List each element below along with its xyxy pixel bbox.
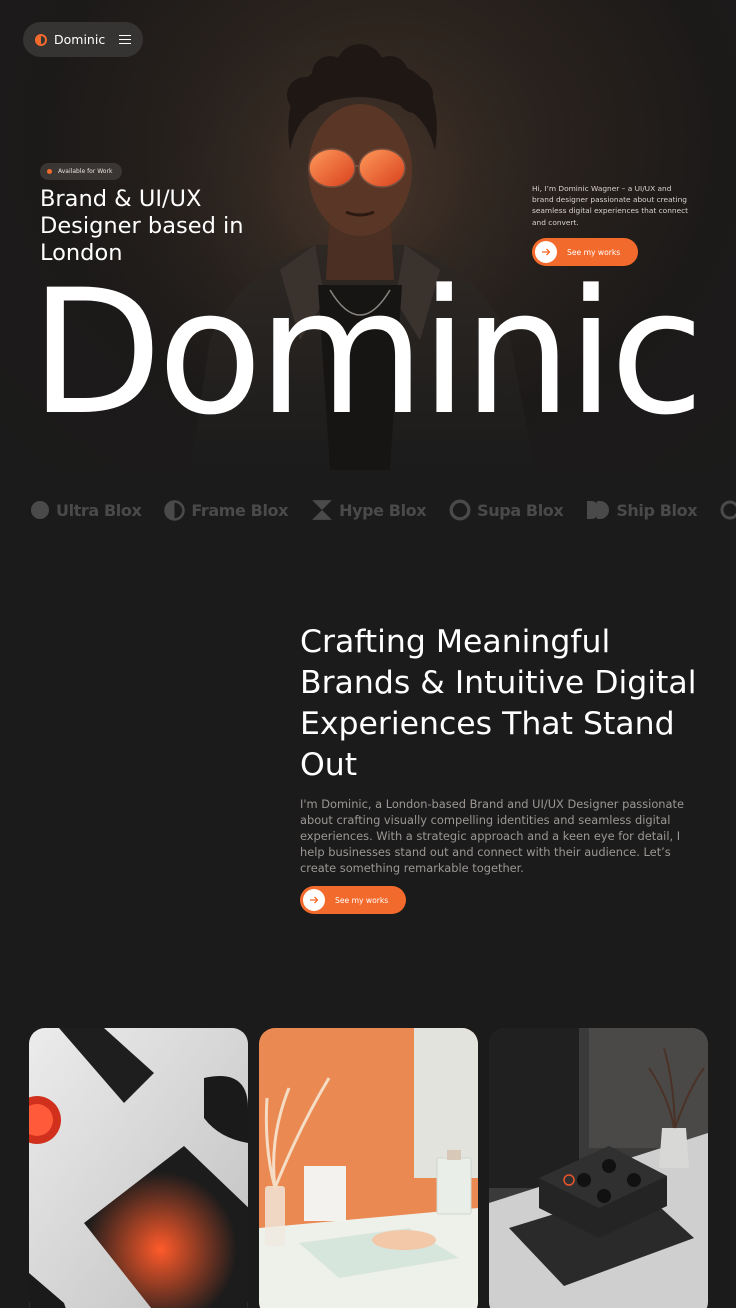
logo-name: Frame Blox [191,500,289,520]
about-text: I'm Dominic, a London-based Brand and UI… [300,797,684,875]
double-d-icon [587,501,610,519]
logo-name: Ultra Blox [56,500,142,520]
arrow-right-icon [303,889,325,911]
circle-icon [720,500,736,520]
nav-bar: Dominic [23,22,143,57]
hourglass-icon [312,500,332,520]
logo-hype-blox: Hype Blox [311,499,427,521]
brand-logo-icon[interactable] [35,33,47,46]
about-title: Crafting Meaningful Brands & Intuitive D… [300,624,697,783]
logo-name: Ship Blox [616,500,698,520]
project-card-3[interactable] [489,1028,708,1308]
hero-intro: Hi, I’m Dominic Wagner – a UI/UX and bra… [532,184,689,227]
logo-name: Supa Blox [477,500,564,520]
availability-label: Available for Work [58,168,113,175]
hamburger-menu-icon[interactable] [119,34,131,45]
logo-supa-blox: Supa Blox [449,499,564,521]
project-image [29,1028,248,1308]
see-my-works-button-secondary[interactable]: See my works [300,886,406,914]
client-logos-row: Ultra Blox Frame Blox Hype Blox Supa Blo… [0,492,736,528]
project-card-2[interactable] [259,1028,478,1308]
project-image [259,1028,478,1308]
availability-badge: Available for Work [40,163,123,180]
half-circle-icon [164,499,186,521]
logo-frame-blox: Frame Blox [164,499,289,521]
circle-icon [31,501,49,519]
logo-ship-blox: Ship Blox [586,499,698,521]
ring-icon [449,499,471,521]
brand-name[interactable]: Dominic [54,32,105,47]
project-image [489,1028,708,1308]
hero-section: Dominic Available for Work Brand & UI/UX… [0,0,736,470]
logo-ultra-blox: Ultra Blox [30,500,142,520]
project-card-1[interactable] [29,1028,248,1308]
status-dot-icon [47,169,52,174]
big-name-title: Dominic [30,252,704,453]
logo-partial [720,500,736,520]
see-my-works-label: See my works [335,895,389,905]
logo-name: Hype Blox [339,500,427,520]
